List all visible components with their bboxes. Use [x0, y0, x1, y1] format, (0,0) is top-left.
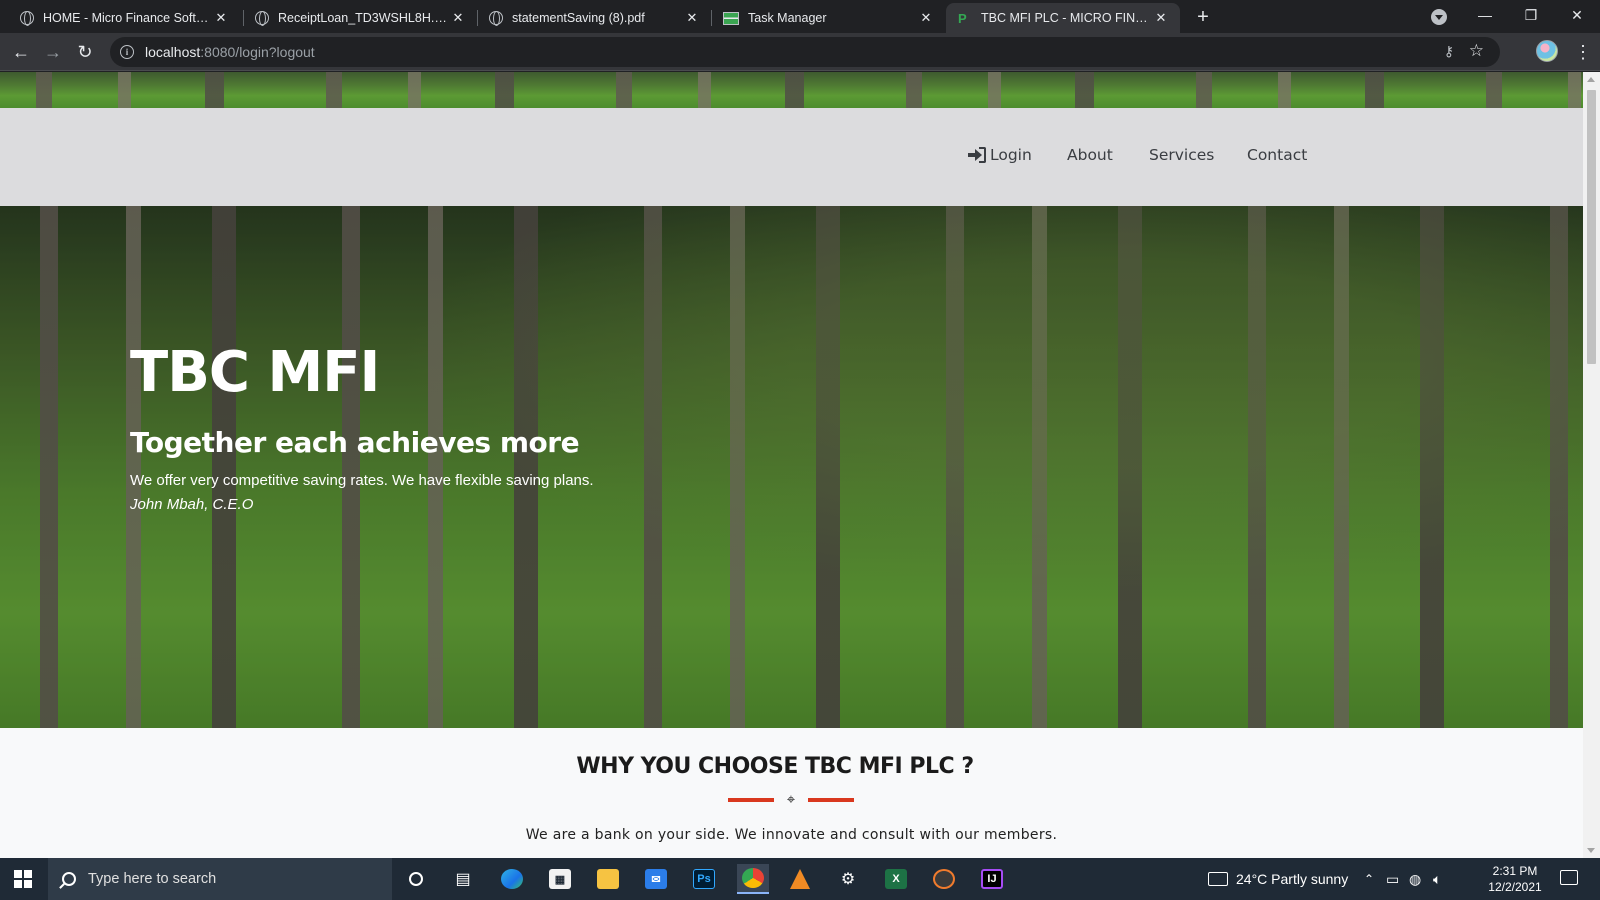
browser-toolbar: ← → ↻ i localhost:8080/login?logout ⚷ ☆ …: [0, 33, 1600, 71]
browser-tab[interactable]: Task Manager ✕: [711, 3, 945, 33]
hero-subtitle: Together each achieves more: [130, 426, 580, 459]
tab-title: HOME - Micro Finance Software: [43, 11, 212, 25]
why-title: WHY YOU CHOOSE TBC MFI PLC ?: [576, 754, 974, 779]
notification-icon[interactable]: [1560, 870, 1578, 885]
clock-time: 2:31 PM: [1492, 864, 1538, 878]
nav-services-label: Services: [1149, 146, 1215, 164]
bookmark-star-icon[interactable]: ☆: [1469, 41, 1484, 61]
browser-tab-bar: HOME - Micro Finance Software ✕ ReceiptL…: [0, 0, 1600, 33]
media-app-icon[interactable]: [928, 864, 960, 894]
browser-tab[interactable]: HOME - Micro Finance Software ✕: [8, 3, 240, 33]
tab-search-icon[interactable]: [1431, 9, 1447, 25]
globe-icon: [255, 11, 269, 26]
browser-tab[interactable]: ReceiptLoan_TD3WSHL8H.pdf ✕: [243, 3, 477, 33]
task-manager-icon: [723, 11, 739, 25]
nav-contact-label: Contact: [1247, 146, 1308, 164]
minimize-button[interactable]: —: [1462, 0, 1508, 33]
nav-login-label: Login: [990, 146, 1032, 164]
nav-services-link[interactable]: Services: [1149, 146, 1214, 164]
close-icon[interactable]: ✕: [1152, 9, 1170, 27]
new-tab-button[interactable]: +: [1191, 6, 1215, 30]
chrome-icon[interactable]: [737, 864, 769, 894]
close-icon[interactable]: ✕: [683, 9, 701, 27]
battery-icon[interactable]: ▭: [1386, 858, 1399, 900]
search-icon: [62, 872, 76, 886]
globe-icon: [20, 11, 34, 26]
volume-icon[interactable]: 🔈︎: [1433, 858, 1441, 900]
tab-title: Task Manager: [748, 11, 827, 25]
navbar: Login About Services Contact: [0, 108, 1583, 206]
scroll-thumb[interactable]: [1587, 90, 1596, 364]
vertical-scrollbar[interactable]: [1583, 72, 1600, 858]
weather-icon: [1208, 872, 1228, 886]
back-button[interactable]: ←: [9, 40, 33, 64]
network-globe-icon[interactable]: ◍: [1409, 858, 1421, 900]
tab-title: ReceiptLoan_TD3WSHL8H.pdf: [278, 11, 449, 25]
globe-icon: [489, 11, 503, 26]
close-icon[interactable]: ✕: [449, 9, 467, 27]
reload-button[interactable]: ↻: [73, 40, 97, 64]
browser-menu-icon[interactable]: ⋮: [1574, 40, 1592, 64]
browser-tab-active[interactable]: P TBC MFI PLC - MICRO FINANCE ✕: [946, 3, 1180, 33]
taskbar-search-input[interactable]: Type here to search: [48, 858, 392, 900]
edge-icon[interactable]: [496, 864, 528, 894]
key-icon[interactable]: ⚷: [1444, 43, 1454, 60]
crosshair-icon: ⌖: [786, 791, 796, 808]
vlc-icon[interactable]: [784, 864, 816, 894]
windows-taskbar: Type here to search ▤ ▦ ✉ Ps ⚙ X IJ 24°C…: [0, 858, 1600, 900]
weather-text: 24°C Partly sunny: [1236, 871, 1349, 887]
tray-chevron-icon[interactable]: ⌃: [1364, 858, 1374, 900]
nav-about-label: About: [1067, 146, 1113, 164]
nav-contact-link[interactable]: Contact: [1247, 146, 1307, 164]
mail-icon[interactable]: ✉: [640, 864, 672, 894]
window-close-button[interactable]: ✕: [1554, 0, 1600, 33]
info-icon[interactable]: i: [120, 45, 134, 59]
nav-about-link[interactable]: About: [1067, 146, 1113, 164]
tab-title: statementSaving (8).pdf: [512, 11, 645, 25]
hero-title: TBC MFI: [130, 340, 380, 405]
excel-icon[interactable]: X: [880, 864, 912, 894]
search-placeholder: Type here to search: [88, 871, 217, 887]
sign-in-icon: [968, 147, 987, 163]
store-icon[interactable]: ▦: [544, 864, 576, 894]
close-icon[interactable]: ✕: [212, 9, 230, 27]
intellij-icon[interactable]: IJ: [976, 864, 1008, 894]
address-bar[interactable]: i localhost:8080/login?logout ⚷ ☆: [110, 37, 1500, 67]
p-logo-icon: P: [958, 10, 967, 26]
url-text: localhost:8080/login?logout: [145, 44, 315, 60]
section-divider: ⌖: [728, 792, 854, 808]
photoshop-icon[interactable]: Ps: [688, 864, 720, 894]
hero-author: John Mbah, C.E.O: [130, 496, 254, 513]
clock-date: 12/2/2021: [1488, 880, 1542, 894]
cortana-icon[interactable]: [400, 864, 432, 894]
why-text: We are a bank on your side. We innovate …: [525, 827, 1058, 843]
profile-avatar[interactable]: [1536, 40, 1558, 62]
scroll-up-icon[interactable]: [1587, 77, 1595, 82]
browser-tab[interactable]: statementSaving (8).pdf ✕: [477, 3, 711, 33]
clock[interactable]: 2:31 PM 12/2/2021: [1478, 863, 1552, 895]
scroll-down-icon[interactable]: [1587, 848, 1595, 853]
close-icon[interactable]: ✕: [917, 9, 935, 27]
hero-text: We offer very competitive saving rates. …: [130, 472, 594, 489]
tab-title: TBC MFI PLC - MICRO FINANCE: [981, 11, 1152, 25]
header-background-image: [0, 72, 1583, 110]
nav-login-link[interactable]: Login: [968, 146, 1032, 164]
windows-start-icon[interactable]: [14, 870, 32, 888]
forward-button[interactable]: →: [41, 40, 65, 64]
restore-button[interactable]: ❐: [1508, 0, 1554, 33]
page-viewport: Login About Services Contact TBC MFI Tog…: [0, 72, 1583, 858]
task-view-icon[interactable]: ▤: [447, 864, 479, 894]
weather-widget[interactable]: 24°C Partly sunny: [1208, 858, 1348, 900]
settings-gear-icon[interactable]: ⚙: [832, 864, 864, 894]
file-explorer-icon[interactable]: [592, 864, 624, 894]
why-section: WHY YOU CHOOSE TBC MFI PLC ? ⌖ We are a …: [0, 728, 1583, 858]
